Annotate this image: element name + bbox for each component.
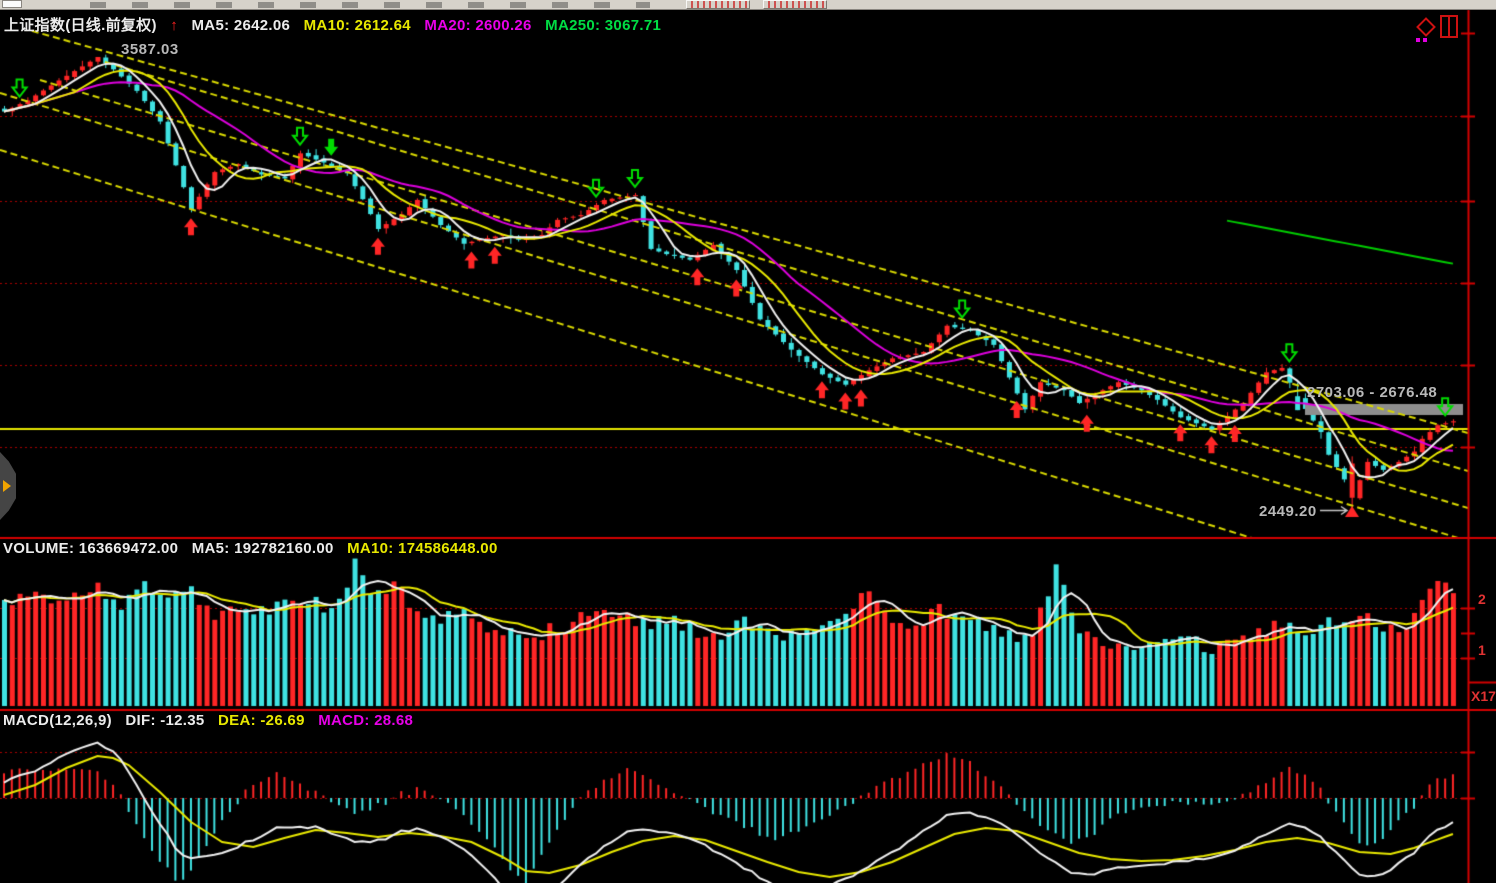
candlestick-chart-canvas[interactable] (0, 0, 1496, 883)
dif-value: DIF: -12.35 (125, 712, 204, 729)
main-chart-header: 上证指数(日线.前复权) ↑ MA5: 2642.06 MA10: 2612.6… (4, 14, 670, 35)
ma250-value: MA250: 3067.71 (545, 17, 661, 34)
magenta-dot-icon (1416, 38, 1420, 42)
magenta-dot-icon (1423, 38, 1427, 42)
volume-header: VOLUME: 163669472.00 MA5: 192782160.00 M… (3, 540, 507, 557)
gap-range-label: 2703.06 - 2676.48 (1307, 384, 1437, 401)
volume-value: VOLUME: 163669472.00 (3, 540, 178, 557)
menu-button-1[interactable] (686, 0, 750, 9)
menu-button-2[interactable] (763, 0, 827, 9)
macd-params: MACD(12,26,9) (3, 712, 112, 729)
volume-axis-label-2: 2 (1478, 591, 1486, 607)
trading-app-window: { "header": { "symbol": "上证指数(日线.前复权)", … (0, 0, 1496, 883)
menu-text-clipped (90, 2, 650, 8)
volume-axis-label-1: 1 (1478, 642, 1486, 658)
macd-value: MACD: 28.68 (318, 712, 413, 729)
symbol-title: 上证指数(日线.前复权) (4, 17, 157, 34)
volume-ma10-value: MA10: 174586448.00 (347, 540, 498, 557)
up-arrow-icon: ↑ (170, 17, 178, 34)
dea-value: DEA: -26.69 (218, 712, 305, 729)
ma20-value: MA20: 2600.26 (424, 17, 531, 34)
low-price-label: 2449.20 (1259, 503, 1317, 520)
split-window-icon[interactable] (1440, 15, 1458, 38)
ma10-value: MA10: 2612.64 (304, 17, 411, 34)
expand-arrow-icon (3, 480, 11, 492)
ma5-value: MA5: 2642.06 (192, 17, 291, 34)
menu-bar[interactable] (0, 0, 1496, 10)
volume-ma5-value: MA5: 192782160.00 (192, 540, 334, 557)
toolbar-icon[interactable] (2, 0, 22, 8)
macd-header: MACD(12,26,9) DIF: -12.35 DEA: -26.69 MA… (3, 712, 422, 729)
peak-price-label: 3587.03 (121, 41, 179, 58)
scale-multiplier-label: X17 (1471, 688, 1496, 704)
